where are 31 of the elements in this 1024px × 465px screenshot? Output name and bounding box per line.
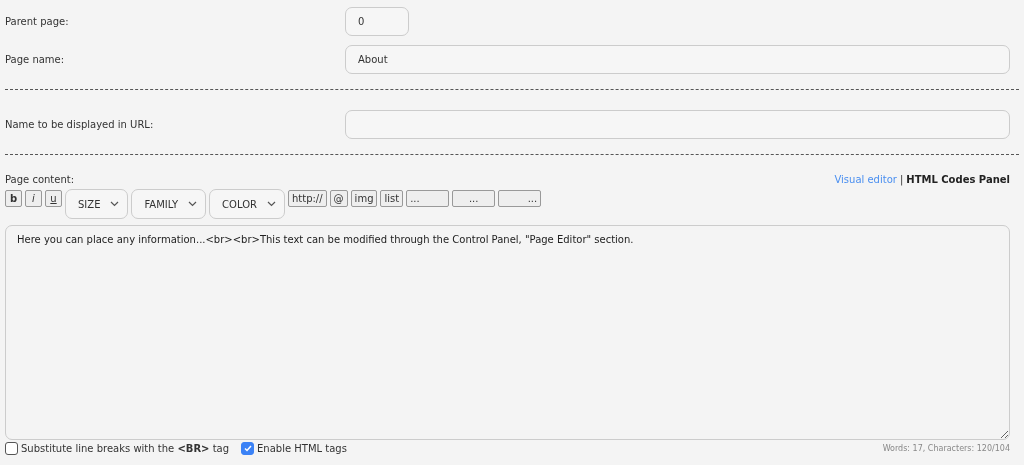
chevron-down-icon <box>266 201 276 207</box>
chevron-down-icon <box>110 201 120 207</box>
tag-button[interactable]: ... <box>498 190 542 207</box>
chevron-down-icon <box>188 201 198 207</box>
field-label: Parent page: <box>5 16 70 27</box>
checkbox-label: Substitute line breaks with the <BR> tag <box>21 443 230 454</box>
format-button[interactable]: list <box>380 190 404 207</box>
field-label: Page name: <box>5 54 66 65</box>
tag-button[interactable]: ... <box>406 190 450 207</box>
format-button[interactable]: b <box>5 190 22 207</box>
dropdown[interactable]: COLOR <box>209 189 285 219</box>
checkbox-label: Enable HTML tags <box>257 443 347 454</box>
checkbox[interactable] <box>241 442 255 455</box>
input-field[interactable] <box>345 110 1010 139</box>
word-counter: Words: 17, Characters: 120/104 <box>882 444 1010 453</box>
format-button[interactable]: @ <box>329 190 348 207</box>
dropdown[interactable]: SIZE <box>65 189 129 219</box>
input-field[interactable]: 0 <box>345 7 409 36</box>
field-label: Page content: <box>5 174 75 185</box>
html-editor-textarea[interactable]: Here you can place any information...<br><br>This text can be modified through the Control Panel, "Page Editor" section. <box>5 225 1010 440</box>
input-field[interactable]: About <box>345 45 1010 74</box>
format-button[interactable]: img <box>350 190 378 207</box>
tag-button[interactable]: ... <box>452 190 496 207</box>
format-button[interactable]: i <box>25 190 42 207</box>
editor-mode-link[interactable]: HTML Codes Panel <box>906 174 1010 185</box>
separator: | <box>899 174 904 185</box>
checkbox[interactable] <box>5 442 18 455</box>
field-label: Name to be displayed in URL: <box>5 119 155 130</box>
format-button[interactable]: u <box>45 190 62 207</box>
dropdown[interactable]: FAMILY <box>131 189 207 219</box>
format-button[interactable]: http:// <box>287 190 327 207</box>
